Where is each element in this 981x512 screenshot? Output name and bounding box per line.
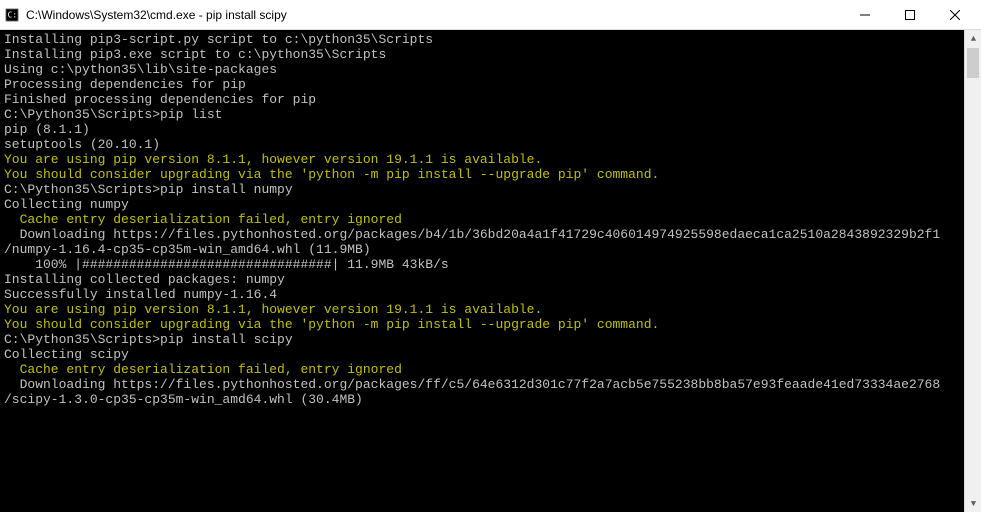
terminal-line: You are using pip version 8.1.1, however… (4, 302, 960, 317)
scrollbar[interactable]: ▲ ▼ (964, 30, 981, 512)
scroll-thumb[interactable] (967, 48, 979, 78)
window-controls (842, 0, 977, 30)
terminal-line: /numpy-1.16.4-cp35-cp35m-win_amd64.whl (… (4, 242, 960, 257)
terminal-line: Installing pip3-script.py script to c:\p… (4, 32, 960, 47)
terminal-line: Installing collected packages: numpy (4, 272, 960, 287)
titlebar[interactable]: C: C:\Windows\System32\cmd.exe - pip ins… (0, 0, 981, 30)
svg-text:C:: C: (8, 10, 17, 19)
terminal-line: Collecting numpy (4, 197, 960, 212)
close-button[interactable] (932, 0, 977, 30)
scroll-up-icon[interactable]: ▲ (965, 30, 981, 47)
terminal-line: setuptools (20.10.1) (4, 137, 960, 152)
maximize-button[interactable] (887, 0, 932, 30)
terminal-line: Finished processing dependencies for pip (4, 92, 960, 107)
terminal-line: Installing pip3.exe script to c:\python3… (4, 47, 960, 62)
cmd-window: C: C:\Windows\System32\cmd.exe - pip ins… (0, 0, 981, 512)
terminal-line: Using c:\python35\lib\site-packages (4, 62, 960, 77)
minimize-button[interactable] (842, 0, 887, 30)
terminal-line: You should consider upgrading via the 'p… (4, 317, 960, 332)
terminal-body: Installing pip3-script.py script to c:\p… (0, 30, 981, 512)
terminal-line: Downloading https://files.pythonhosted.o… (4, 227, 960, 242)
window-title: C:\Windows\System32\cmd.exe - pip instal… (26, 8, 842, 22)
terminal-line: C:\Python35\Scripts>pip list (4, 107, 960, 122)
cmd-icon: C: (4, 7, 20, 23)
terminal-line: Processing dependencies for pip (4, 77, 960, 92)
terminal-line: You should consider upgrading via the 'p… (4, 167, 960, 182)
terminal-line: Cache entry deserialization failed, entr… (4, 212, 960, 227)
terminal-line: C:\Python35\Scripts>pip install scipy (4, 332, 960, 347)
terminal-output[interactable]: Installing pip3-script.py script to c:\p… (0, 30, 964, 512)
terminal-line: C:\Python35\Scripts>pip install numpy (4, 182, 960, 197)
terminal-line: You are using pip version 8.1.1, however… (4, 152, 960, 167)
terminal-line: pip (8.1.1) (4, 122, 960, 137)
terminal-line: Successfully installed numpy-1.16.4 (4, 287, 960, 302)
terminal-line: 100% |################################| … (4, 257, 960, 272)
scroll-down-icon[interactable]: ▼ (965, 495, 981, 512)
terminal-line: /scipy-1.3.0-cp35-cp35m-win_amd64.whl (3… (4, 392, 960, 407)
terminal-line: Cache entry deserialization failed, entr… (4, 362, 960, 377)
terminal-line: Downloading https://files.pythonhosted.o… (4, 377, 960, 392)
terminal-line: Collecting scipy (4, 347, 960, 362)
